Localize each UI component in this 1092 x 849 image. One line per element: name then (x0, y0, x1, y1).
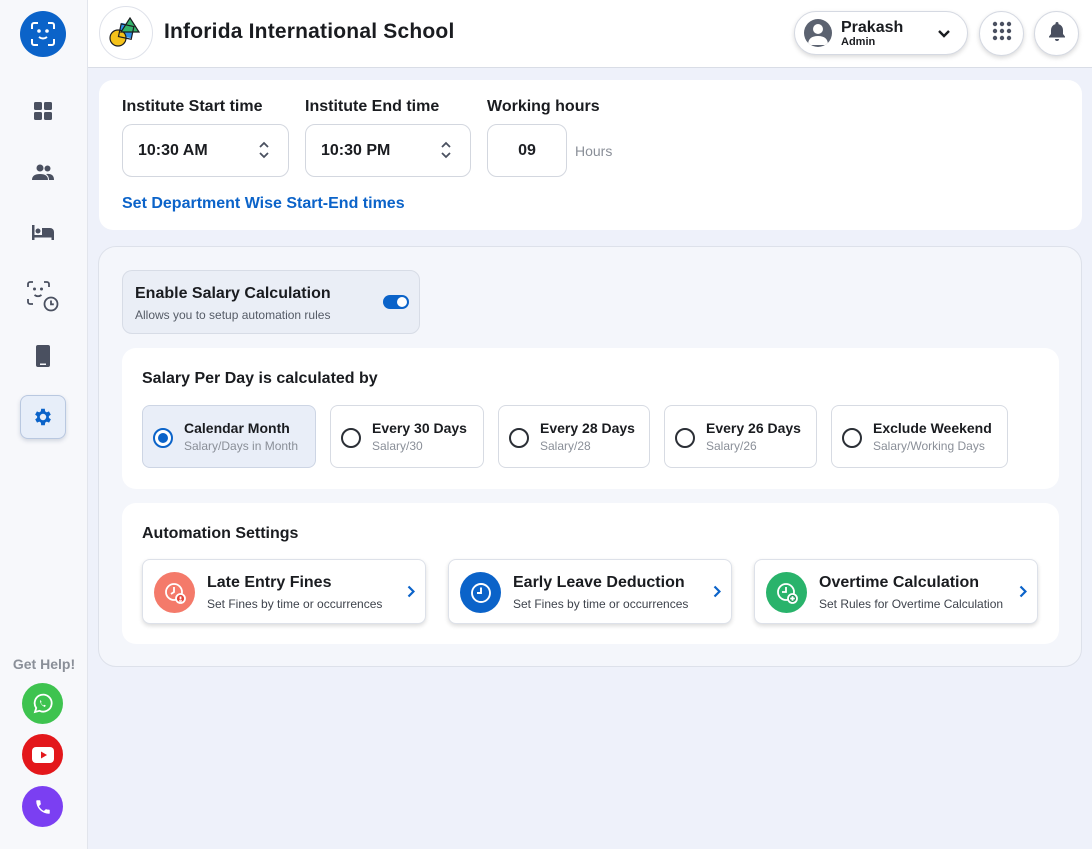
radio-button[interactable] (153, 428, 173, 448)
salary-calculation-switch[interactable] (383, 295, 409, 309)
option-title: Every 30 Days (372, 420, 467, 436)
start-time-value: 10:30 AM (138, 142, 208, 159)
bell-icon (1048, 21, 1066, 46)
option-title: Every 28 Days (540, 420, 635, 436)
automation-subtitle: Set Fines by time or occurrences (513, 597, 689, 611)
switch-knob (397, 297, 407, 307)
department-times-link[interactable]: Set Department Wise Start-End times (122, 195, 405, 213)
overtime-clock-icon (766, 572, 807, 613)
working-hours-label: Working hours (487, 98, 600, 115)
get-help-label: Get Help! (12, 656, 76, 672)
early-leave-deduction-card[interactable]: Early Leave Deduction Set Fines by time … (448, 559, 732, 624)
users-icon[interactable] (20, 150, 66, 194)
salary-settings-card: Enable Salary Calculation Allows you to … (98, 246, 1082, 667)
radio-button[interactable] (675, 428, 695, 448)
option-every-30-days[interactable]: Every 30 Days Salary/30 (330, 405, 484, 468)
whatsapp-icon[interactable] (22, 683, 63, 724)
bed-icon[interactable] (20, 210, 66, 254)
end-time-value: 10:30 PM (321, 142, 391, 159)
radio-button[interactable] (341, 428, 361, 448)
option-calendar-month[interactable]: Calendar Month Salary/Days in Month (142, 405, 316, 468)
option-subtitle: Salary/26 (706, 439, 757, 453)
option-subtitle: Salary/Working Days (873, 439, 985, 453)
option-every-28-days[interactable]: Every 28 Days Salary/28 (498, 405, 650, 468)
school-logo (99, 6, 153, 60)
sidebar: Get Help! (0, 0, 88, 849)
dashboard-icon[interactable] (20, 89, 66, 133)
up-down-spinner-icon (440, 139, 452, 166)
option-title: Every 26 Days (706, 420, 801, 436)
automation-subtitle: Set Fines by time or occurrences (207, 597, 383, 611)
start-time-input[interactable]: 10:30 AM (122, 124, 289, 177)
face-scan-icon[interactable] (20, 11, 66, 57)
apps-grid-icon (992, 21, 1012, 46)
apps-grid-button[interactable] (979, 11, 1024, 56)
up-down-spinner-icon (258, 139, 270, 166)
radio-button[interactable] (509, 428, 529, 448)
automation-title: Early Leave Deduction (513, 574, 685, 591)
start-time-label: Institute Start time (122, 98, 263, 115)
chevron-right-icon (713, 585, 722, 603)
youtube-icon[interactable] (22, 734, 63, 775)
overtime-calculation-card[interactable]: Overtime Calculation Set Rules for Overt… (754, 559, 1038, 624)
per-day-title: Salary Per Day is calculated by (142, 370, 378, 387)
automation-subtitle: Set Rules for Overtime Calculation (819, 597, 1004, 611)
face-clock-icon[interactable] (20, 274, 66, 318)
option-exclude-weekend[interactable]: Exclude Weekend Salary/Working Days (831, 405, 1008, 468)
salary-per-day-section: Salary Per Day is calculated by Calendar… (122, 348, 1059, 489)
late-entry-fines-card[interactable]: Late Entry Fines Set Fines by time or oc… (142, 559, 426, 624)
settings-icon[interactable] (20, 395, 66, 439)
option-title: Exclude Weekend (873, 420, 992, 436)
option-subtitle: Salary/Days in Month (184, 439, 299, 453)
mobile-icon[interactable] (20, 334, 66, 378)
automation-settings-section: Automation Settings Late Entry Fines Set… (122, 503, 1059, 644)
working-hours-input[interactable]: 09 (487, 124, 567, 177)
option-subtitle: Salary/28 (540, 439, 591, 453)
option-title: Calendar Month (184, 420, 290, 436)
chevron-down-icon (937, 26, 951, 44)
hours-unit-label: Hours (575, 143, 613, 159)
user-menu-button[interactable]: Prakash Admin (794, 11, 968, 55)
option-every-26-days[interactable]: Every 26 Days Salary/26 (664, 405, 817, 468)
toggle-subtitle: Allows you to setup automation rules (135, 308, 331, 322)
clock-icon (460, 572, 501, 613)
school-name: Inforida International School (164, 20, 455, 43)
institute-timing-card: Institute Start time 10:30 AM Institute … (99, 80, 1082, 230)
user-name: Prakash (841, 19, 904, 36)
automation-title: Overtime Calculation (819, 574, 980, 591)
end-time-label: Institute End time (305, 98, 440, 115)
user-role: Admin (841, 36, 876, 48)
phone-icon[interactable] (22, 786, 63, 827)
late-clock-icon (154, 572, 195, 613)
avatar (804, 19, 832, 47)
chevron-right-icon (407, 585, 416, 603)
top-header: Inforida International School Prakash Ad… (88, 0, 1092, 68)
end-time-input[interactable]: 10:30 PM (305, 124, 471, 177)
automation-title: Late Entry Fines (207, 574, 332, 591)
salary-calculation-toggle-box: Enable Salary Calculation Allows you to … (122, 270, 420, 334)
option-subtitle: Salary/30 (372, 439, 423, 453)
automation-title: Automation Settings (142, 525, 299, 542)
chevron-right-icon (1019, 585, 1028, 603)
notifications-button[interactable] (1034, 11, 1079, 56)
toggle-title: Enable Salary Calculation (135, 285, 331, 302)
radio-button[interactable] (842, 428, 862, 448)
